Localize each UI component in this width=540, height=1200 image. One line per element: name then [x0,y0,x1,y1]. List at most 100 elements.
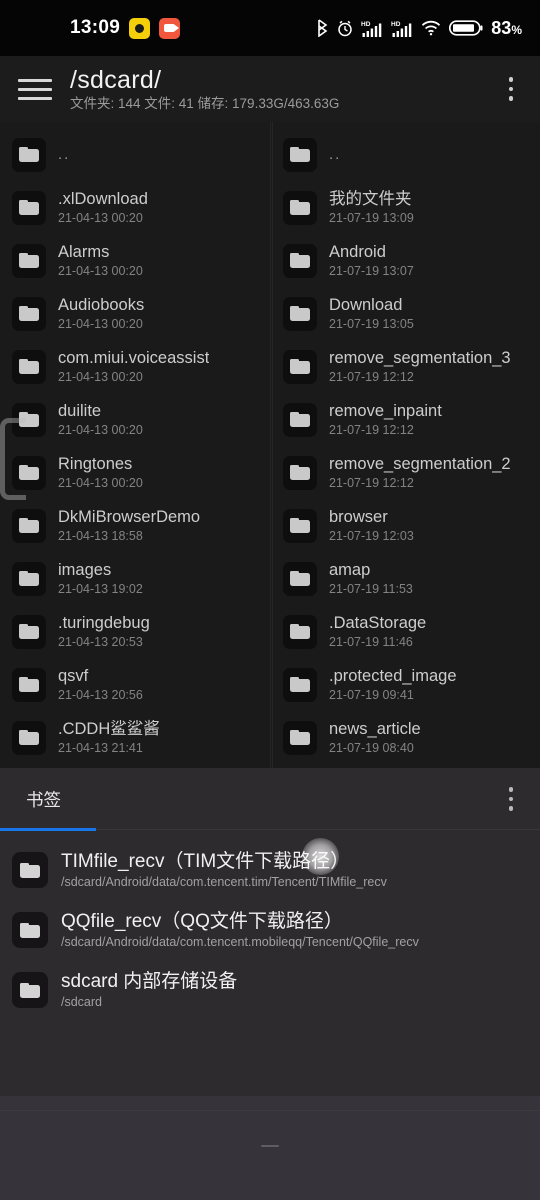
folder-glyph [19,359,39,374]
file-name: Download [329,296,403,314]
folder-icon [12,667,46,702]
file-row[interactable]: Download 21-07-19 13:05 [271,287,540,340]
active-tab-indicator [0,828,96,831]
file-row[interactable]: duilite 21-04-13 00:20 [0,393,270,446]
file-date: 21-04-13 00:20 [58,423,143,437]
folder-icon [283,667,317,702]
folder-icon [283,508,317,543]
folder-glyph [19,306,39,321]
file-row-text: Audiobooks 21-04-13 00:20 [58,295,144,332]
folder-glyph [19,518,39,533]
file-column-left[interactable]: .. .xlDownload 21-04-13 00:20 Alarms 21-04-1… [0,122,270,768]
bookmark-name: QQfile_recv（QQ文件下载路径） [61,911,343,932]
hamburger-icon[interactable] [18,76,52,102]
path-breadcrumb[interactable]: /sdcard/ 文件夹: 144 文件: 41 储存: 179.33G/463… [70,66,498,113]
file-row[interactable]: DkMiBrowserDemo 21-04-13 18:58 [0,499,270,552]
file-row[interactable]: .xlDownload 21-04-13 00:20 [0,181,270,234]
file-date: 21-07-19 09:41 [329,688,414,702]
bookmark-path: /sdcard/Android/data/com.tencent.tim/Ten… [61,875,387,889]
folder-icon [283,190,317,225]
file-date: 21-04-13 20:53 [58,635,143,649]
file-browser[interactable]: .. .xlDownload 21-04-13 00:20 Alarms 21-04-1… [0,122,540,768]
file-row-text: .DataStorage 21-07-19 11:46 [329,613,426,650]
bookmark-path: /sdcard [61,995,102,1009]
file-row-text: Ringtones 21-04-13 00:20 [58,454,143,491]
file-row[interactable]: Audiobooks 21-04-13 00:20 [0,287,270,340]
file-name: remove_segmentation_2 [329,455,511,473]
folder-glyph [290,412,310,427]
folder-icon [12,349,46,384]
file-row[interactable]: .protected_image 21-07-19 09:41 [271,658,540,711]
file-row[interactable]: .. [271,128,540,181]
file-date: 21-07-19 13:07 [329,264,414,278]
file-row[interactable]: amap 21-07-19 11:53 [271,552,540,605]
file-date: 21-07-19 08:40 [329,741,414,755]
more-vertical-icon[interactable] [498,782,524,816]
file-column-right[interactable]: .. 我的文件夹 21-07-19 13:09 Android 21-07-19 13:… [270,122,540,768]
file-row[interactable]: remove_segmentation_3 21-07-19 12:12 [271,340,540,393]
folder-icon [12,852,48,888]
folder-glyph [19,677,39,692]
wifi-icon [421,20,441,36]
file-name: .DataStorage [329,614,427,632]
file-row-text: remove_segmentation_3 21-07-19 12:12 [329,348,511,385]
file-row[interactable]: com.miui.voiceassist 21-04-13 00:20 [0,340,270,393]
file-date: 21-04-13 19:02 [58,582,143,596]
tab-bookmarks[interactable]: 书签 [26,787,61,812]
file-row-text: .. [329,145,341,165]
bookmark-item[interactable]: QQfile_recv（QQ文件下载路径） /sdcard/Android/dat… [0,900,540,960]
svg-text:HD: HD [361,21,371,28]
file-row[interactable]: remove_segmentation_2 21-07-19 12:12 [271,446,540,499]
folder-glyph [20,862,40,878]
folder-icon [12,190,46,225]
file-row[interactable]: 我的文件夹 21-07-19 13:09 [271,181,540,234]
file-row[interactable]: .DataStorage 21-07-19 11:46 [271,605,540,658]
file-row-text: Alarms 21-04-13 00:20 [58,242,143,279]
file-row[interactable]: Ringtones 21-04-13 00:20 [0,446,270,499]
file-row[interactable]: images 21-04-13 19:02 [0,552,270,605]
file-name: .xlDownload [58,190,148,208]
bluetooth-icon [316,19,329,37]
folder-glyph [290,200,310,215]
bookmark-list[interactable]: TIMfile_recv（TIM文件下载路径） /sdcard/Android/d… [0,830,540,1020]
bookmark-item[interactable]: sdcard 内部存储设备/sdcard [0,960,540,1020]
bookmark-item-text: QQfile_recv（QQ文件下载路径） /sdcard/Android/dat… [61,909,419,951]
file-name: qsvf [58,667,89,685]
file-date: 21-07-19 11:46 [329,635,413,649]
file-name: .. [329,145,342,163]
file-row[interactable]: .. [0,128,270,181]
file-name: images [58,561,112,579]
file-date: 21-07-19 12:12 [329,423,414,437]
page-title: /sdcard/ [70,65,162,94]
hd-signal-icon: HD [391,19,413,38]
bottom-divider [0,1110,540,1111]
file-name: .CDDH鲨鲨酱 [58,720,160,738]
folder-glyph [19,624,39,639]
circle-badge-icon [129,17,151,39]
battery-icon [449,19,483,37]
file-name: DkMiBrowserDemo [58,508,201,526]
file-row[interactable]: news_article 21-07-19 08:40 [271,711,540,764]
status-clock: 13:09 [70,17,121,38]
file-row[interactable]: Alarms 21-04-13 00:20 [0,234,270,287]
file-name: 我的文件夹 [329,190,412,208]
file-date: 21-04-13 00:20 [58,317,143,331]
bookmark-item[interactable]: TIMfile_recv（TIM文件下载路径） /sdcard/Android/d… [0,840,540,900]
bookmarks-header: 书签 [0,768,540,830]
folder-icon [12,912,48,948]
file-name: amap [329,561,371,579]
status-bar: 13:09 HD HD 83% [0,0,540,56]
file-name: Audiobooks [58,296,145,314]
file-date: 21-04-13 00:20 [58,476,143,490]
folder-glyph [290,465,310,480]
navigation-hint-bar[interactable] [261,1145,279,1147]
file-row[interactable]: .turingdebug 21-04-13 20:53 [0,605,270,658]
file-row[interactable]: .CDDH鲨鲨酱 21-04-13 21:41 [0,711,270,764]
file-row[interactable]: browser 21-07-19 12:03 [271,499,540,552]
more-vertical-icon[interactable] [498,72,524,106]
folder-icon [12,402,46,437]
file-row[interactable]: remove_inpaint 21-07-19 12:12 [271,393,540,446]
status-bar-right: HD HD 83% [316,18,522,39]
file-row[interactable]: Android 21-07-19 13:07 [271,234,540,287]
file-row[interactable]: qsvf 21-04-13 20:56 [0,658,270,711]
